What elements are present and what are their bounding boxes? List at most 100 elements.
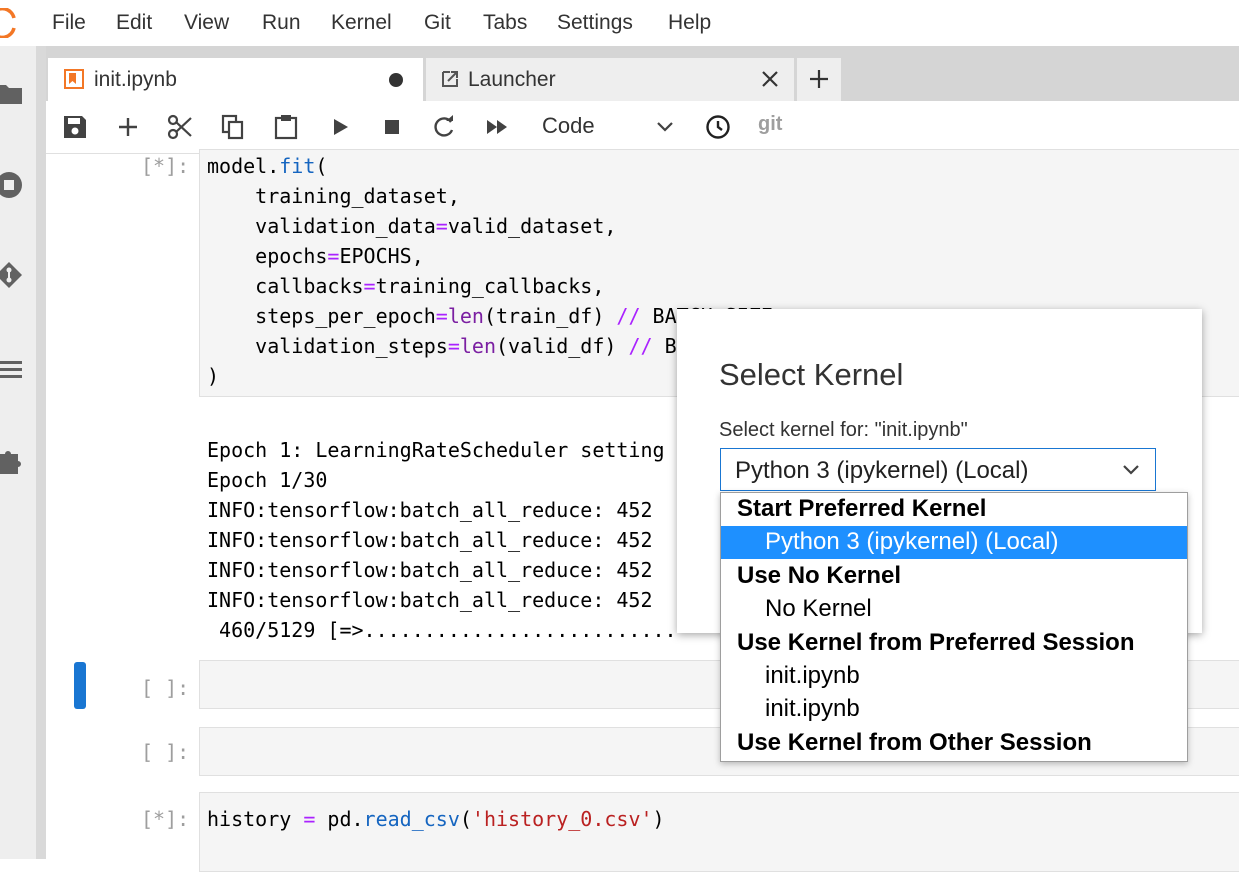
option-group-header: Use Kernel from Other Session <box>721 727 1187 760</box>
chevron-down-icon <box>1123 465 1139 475</box>
copy-icon[interactable] <box>220 114 246 140</box>
kernel-option[interactable]: init.ipynb <box>721 660 1187 693</box>
option-label: Start Preferred Kernel <box>737 495 987 522</box>
menu-view[interactable]: View <box>184 11 229 35</box>
code-line: ) <box>207 364 219 388</box>
output-line: Epoch 1/30 <box>207 468 328 492</box>
code-token: // <box>616 304 641 328</box>
notebook-icon <box>64 69 84 89</box>
tab-bar: init.ipynb Launcher <box>46 46 1239 101</box>
restart-icon[interactable] <box>431 114 457 140</box>
menu-help[interactable]: Help <box>668 11 711 35</box>
menu-edit[interactable]: Edit <box>116 11 152 35</box>
menu-file[interactable]: File <box>52 11 86 35</box>
code-token: // <box>628 334 653 358</box>
table-of-contents-icon[interactable] <box>0 354 24 384</box>
plus-icon <box>810 70 828 88</box>
option-label: Python 3 (ipykernel) (Local) <box>765 528 1059 556</box>
code-token: validation_steps <box>207 334 448 358</box>
code-token: training_callbacks, <box>375 274 605 298</box>
code-line: validation_data=valid_dataset, <box>207 214 616 238</box>
kernel-select-value: Python 3 (ipykernel) (Local) <box>735 457 1029 484</box>
kernel-options-list: Start Preferred Kernel Python 3 (ipykerne… <box>720 492 1188 762</box>
jupyter-logo-icon <box>0 8 16 38</box>
paste-icon[interactable] <box>273 114 299 140</box>
left-sidebar <box>0 46 36 859</box>
option-label: No Kernel <box>765 595 872 623</box>
dialog-title: Select Kernel <box>719 357 904 392</box>
cut-icon[interactable] <box>167 114 193 140</box>
code-token: read_csv <box>363 807 460 831</box>
unsaved-dot-icon[interactable] <box>388 72 404 88</box>
clock-icon[interactable] <box>705 114 731 140</box>
folder-icon[interactable] <box>0 78 24 108</box>
option-label: Use Kernel from Other Session <box>737 728 1092 756</box>
code-token: (valid_df) <box>496 334 629 358</box>
stop-icon[interactable] <box>379 114 405 140</box>
code-token: len <box>459 334 496 358</box>
code-token: epochs <box>207 244 328 268</box>
menu-settings[interactable]: Settings <box>557 11 633 35</box>
code-token: fit <box>279 154 316 178</box>
code-token: model. <box>207 154 280 178</box>
code-token: = <box>447 334 460 358</box>
save-icon[interactable] <box>62 114 88 140</box>
menu-run[interactable]: Run <box>262 11 301 35</box>
code-line: callbacks=training_callbacks, <box>207 274 604 298</box>
tab-init-ipynb[interactable]: init.ipynb <box>48 58 423 101</box>
tab-label: init.ipynb <box>94 68 177 91</box>
code-token: = <box>363 274 376 298</box>
code-token: ( <box>459 807 472 831</box>
code-token: = <box>303 807 316 831</box>
code-token: steps_per_epoch <box>207 304 436 328</box>
kernel-option[interactable]: Python 3 (ipykernel) (Local) <box>721 526 1187 560</box>
code-token: pd. <box>315 807 364 831</box>
cell-type-select[interactable]: Code <box>542 113 595 139</box>
launch-icon <box>442 71 458 87</box>
run-icon[interactable] <box>327 114 353 140</box>
code-token: = <box>435 304 448 328</box>
option-group-header: Start Preferred Kernel <box>721 493 1187 526</box>
kernel-option[interactable]: No Kernel <box>721 593 1187 626</box>
code-token: history <box>207 807 304 831</box>
cell-4-source: history = pd.read_csv('history_0.csv') <box>207 807 665 831</box>
cell-prompt: [ ]: <box>141 676 190 700</box>
code-token: (train_df) <box>483 304 617 328</box>
git-toolbar-button[interactable]: git <box>758 113 782 136</box>
menu-git[interactable]: Git <box>424 11 451 35</box>
tab-launcher[interactable]: Launcher <box>426 58 794 101</box>
insert-cell-plus-icon[interactable] <box>115 114 141 140</box>
menu-kernel[interactable]: Kernel <box>331 11 392 35</box>
output-line: Epoch 1: LearningRateScheduler setting <box>207 438 665 462</box>
code-token: = <box>435 214 448 238</box>
kernel-select[interactable]: Python 3 (ipykernel) (Local) <box>720 448 1156 491</box>
option-label: init.ipynb <box>765 695 860 723</box>
option-label: Use No Kernel <box>737 561 902 589</box>
code-line: epochs=EPOCHS, <box>207 244 424 268</box>
code-token: validation_data <box>207 214 436 238</box>
code-token: valid_dataset, <box>447 214 617 238</box>
option-label: init.ipynb <box>765 662 860 689</box>
kernel-option[interactable]: init.ipynb <box>721 693 1187 726</box>
chevron-down-icon[interactable] <box>654 119 676 135</box>
extension-puzzle-icon[interactable] <box>0 446 24 476</box>
dialog-subtitle: Select kernel for: "init.ipynb" <box>719 419 968 441</box>
cell-prompt: [*]: <box>141 807 190 831</box>
code-token: training_dataset, <box>207 184 460 208</box>
code-line: model.fit( <box>207 154 327 178</box>
cell-prompt: [ ]: <box>141 740 190 764</box>
active-cell-indicator <box>74 662 86 709</box>
cell-prompt: [*]: <box>141 154 190 178</box>
option-group-header: Use No Kernel <box>721 560 1187 593</box>
close-icon[interactable] <box>761 70 779 88</box>
git-icon[interactable] <box>0 260 24 290</box>
code-token: callbacks <box>207 274 364 298</box>
code-token: ) <box>652 807 665 831</box>
code-token: EPOCHS, <box>339 244 424 268</box>
code-cell-4[interactable] <box>199 792 1239 872</box>
running-icon[interactable] <box>0 170 24 200</box>
new-tab-button[interactable] <box>797 58 841 101</box>
fast-forward-icon[interactable] <box>484 114 510 140</box>
tab-label: Launcher <box>468 68 556 91</box>
menu-tabs[interactable]: Tabs <box>483 11 527 35</box>
